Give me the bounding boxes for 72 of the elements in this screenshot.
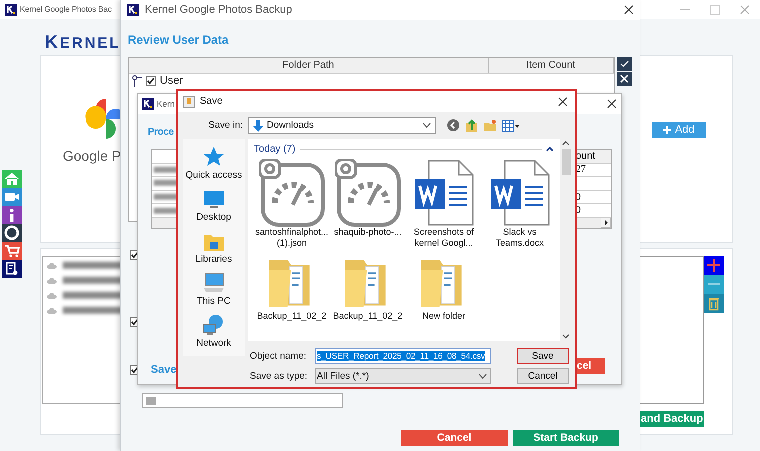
app-logo-icon bbox=[5, 4, 17, 16]
cancel-button[interactable]: Cancel bbox=[401, 430, 508, 446]
tree-label: User bbox=[160, 74, 184, 86]
up-folder-icon[interactable] bbox=[465, 119, 478, 132]
chevron-down-icon[interactable] bbox=[423, 123, 431, 128]
cloud-icon bbox=[47, 308, 57, 314]
cloud-icon bbox=[47, 262, 57, 268]
scroll-right-icon[interactable] bbox=[601, 218, 611, 228]
product-name: Google P bbox=[63, 148, 122, 164]
download-arrow-icon bbox=[253, 120, 264, 132]
view-menu-icon[interactable] bbox=[502, 120, 520, 132]
scroll-thumb[interactable] bbox=[562, 149, 570, 175]
object-name-field[interactable]: s_USER_Report_2025_02_11_16_08_54.csv bbox=[315, 348, 491, 364]
checkbox[interactable] bbox=[146, 76, 156, 86]
file-name[interactable]: Backup_11_02_2 bbox=[257, 311, 327, 322]
field-label: Save in: bbox=[208, 120, 243, 131]
path-field[interactable] bbox=[142, 393, 343, 408]
file-name[interactable]: Screenshots of kernel Googl... bbox=[414, 227, 474, 249]
file-name[interactable]: Backup_11_02_2 bbox=[333, 311, 403, 322]
check-all-icon[interactable] bbox=[617, 57, 632, 71]
column-header: Folder Path bbox=[129, 58, 489, 73]
group-header[interactable]: Today (7) bbox=[254, 144, 296, 154]
place-item[interactable]: Libraries bbox=[196, 229, 232, 268]
scroll-down-icon[interactable] bbox=[562, 333, 570, 341]
close-icon[interactable] bbox=[624, 5, 634, 15]
window-title: Kern bbox=[157, 99, 175, 109]
brand-logo: KERNEL bbox=[45, 32, 121, 52]
cloud-icon bbox=[47, 292, 57, 298]
lifebuoy-icon bbox=[2, 224, 22, 242]
app-logo-icon bbox=[142, 98, 154, 110]
section-heading: Proce bbox=[148, 127, 175, 140]
field-label: Save as type: bbox=[249, 370, 309, 382]
tree-node-icon[interactable] bbox=[132, 74, 142, 86]
back-icon[interactable] bbox=[447, 119, 460, 132]
cart-icon bbox=[2, 242, 22, 260]
file-name[interactable]: santoshfinalphot... (1).json bbox=[255, 227, 329, 249]
close-icon[interactable] bbox=[607, 99, 617, 109]
field-label: Object name: bbox=[249, 350, 308, 362]
place-item[interactable]: Quick access bbox=[186, 145, 242, 184]
file-name[interactable]: Slack vs Teams.docx bbox=[496, 227, 544, 249]
place-item[interactable]: This PC bbox=[197, 271, 231, 310]
scroll-up-icon[interactable] bbox=[562, 139, 570, 147]
file-name[interactable]: New folder bbox=[422, 311, 466, 322]
new-folder-icon[interactable] bbox=[483, 119, 497, 132]
sidebar-button[interactable] bbox=[2, 224, 22, 242]
save-dialog-icon bbox=[183, 96, 195, 108]
location-dropdown[interactable]: Downloads bbox=[248, 117, 436, 134]
section-heading: Review User Data bbox=[128, 33, 230, 49]
app-logo-icon bbox=[127, 4, 139, 16]
chevron-down-icon[interactable] bbox=[479, 374, 487, 378]
sidebar-button[interactable] bbox=[2, 260, 22, 278]
place-item[interactable]: Desktop bbox=[196, 187, 232, 226]
close-icon[interactable] bbox=[558, 96, 568, 106]
collapse-caret-icon[interactable] bbox=[546, 146, 554, 152]
uncheck-all-icon[interactable] bbox=[617, 72, 632, 86]
gauge-file-icon bbox=[335, 159, 401, 227]
plus-icon bbox=[663, 126, 672, 134]
info-icon bbox=[10, 208, 14, 222]
cloud-icon bbox=[47, 278, 57, 284]
window-title: Kernel Google Photos Bac bbox=[20, 5, 112, 14]
dialog-title: Save bbox=[200, 96, 223, 107]
sidebar-button[interactable] bbox=[2, 206, 22, 224]
gauge-file-icon bbox=[259, 159, 325, 227]
cancel-button[interactable]: cel bbox=[577, 358, 605, 374]
file-name[interactable]: shaquib-photo-... bbox=[334, 227, 402, 238]
cancel-button[interactable]: Cancel bbox=[517, 368, 569, 384]
file-type-dropdown[interactable]: All Files (*.*) bbox=[315, 368, 491, 384]
save-button[interactable]: Save bbox=[517, 348, 569, 364]
column-header: Item Count bbox=[489, 58, 614, 73]
place-item[interactable]: Network bbox=[196, 313, 232, 352]
column-header: ount bbox=[574, 150, 611, 163]
window-title: Kernel Google Photos Backup bbox=[145, 4, 292, 16]
